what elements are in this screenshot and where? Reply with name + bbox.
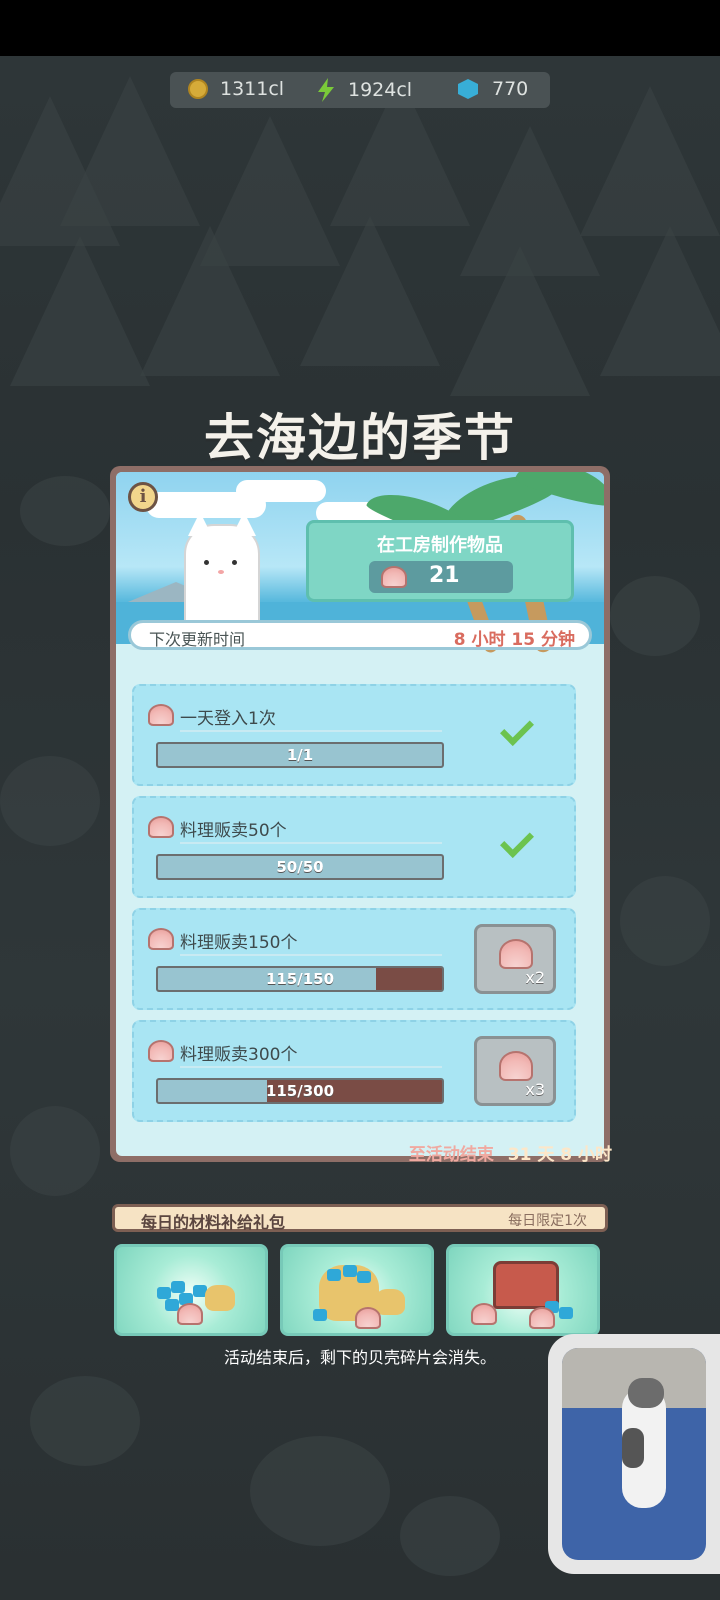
shell-icon bbox=[148, 704, 174, 726]
next-update-label: 下次更新时间 bbox=[149, 630, 246, 649]
shell-icon bbox=[471, 1303, 497, 1325]
resource-bar: 1311cl 1924cl 770 bbox=[170, 72, 550, 108]
video-overlay[interactable] bbox=[548, 1334, 720, 1574]
shell-icon bbox=[499, 939, 533, 969]
event-end-timer: 至活动结束 31 天 8 小时 bbox=[0, 1140, 612, 1165]
task-label: 一天登入1次 bbox=[180, 709, 276, 729]
package-item-3[interactable] bbox=[446, 1244, 600, 1336]
energy-value: 1924cl bbox=[348, 79, 413, 101]
shell-icon bbox=[529, 1307, 555, 1329]
package-item-2[interactable] bbox=[280, 1244, 434, 1336]
event-end-label: 至活动结束 bbox=[408, 1145, 494, 1165]
task-label: 料理贩卖50个 bbox=[180, 821, 287, 841]
lightning-icon bbox=[318, 78, 334, 102]
shell-icon bbox=[177, 1303, 203, 1325]
task-progress-text: 1/1 bbox=[286, 746, 314, 764]
shell-icon bbox=[381, 566, 407, 588]
craft-count-box: 21 bbox=[369, 561, 513, 593]
task-reward-button[interactable]: x3 bbox=[474, 1036, 556, 1106]
cat-video bbox=[562, 1348, 706, 1560]
checkmark-icon bbox=[500, 824, 534, 858]
coin-icon bbox=[188, 79, 208, 99]
task-row: 一天登入1次 1/1 bbox=[132, 684, 576, 786]
gem-value: 770 bbox=[492, 78, 529, 100]
reward-multiplier: x2 bbox=[525, 968, 545, 987]
event-end-value: 31 天 8 小时 bbox=[507, 1145, 612, 1165]
task-label: 料理贩卖300个 bbox=[180, 1045, 298, 1065]
energy-counter[interactable]: 1924cl bbox=[316, 78, 412, 102]
task-row: 料理贩卖50个 50/50 bbox=[132, 796, 576, 898]
shell-icon bbox=[148, 928, 174, 950]
shell-icon bbox=[148, 816, 174, 838]
event-panel-inner: i 在工房制作物品 21 下次更新时间 8 小时 15 分钟 一天登入1次 1/1… bbox=[116, 472, 604, 1156]
task-progress-text: 115/300 bbox=[265, 1082, 335, 1100]
next-update-value: 8 小时 15 分钟 bbox=[453, 630, 575, 650]
craft-box: 在工房制作物品 21 bbox=[306, 520, 574, 602]
task-row: 料理贩卖150个 115/150 x2 bbox=[132, 908, 576, 1010]
task-progress-bar: 115/150 bbox=[156, 966, 444, 992]
craft-label: 在工房制作物品 bbox=[377, 535, 503, 556]
shell-icon bbox=[148, 1040, 174, 1062]
package-header: 每日的材料补给礼包 每日限定1次 bbox=[112, 1204, 608, 1232]
package-title: 每日的材料补给礼包 bbox=[141, 1213, 286, 1232]
event-panel: i 在工房制作物品 21 下次更新时间 8 小时 15 分钟 一天登入1次 1/1… bbox=[110, 466, 610, 1162]
event-title: 去海边的季节 bbox=[204, 409, 516, 467]
package-item-1[interactable] bbox=[114, 1244, 268, 1336]
coin-counter[interactable]: 1311cl bbox=[188, 78, 284, 100]
task-progress-text: 115/150 bbox=[265, 970, 335, 988]
gem-counter[interactable]: 770 bbox=[458, 78, 528, 100]
task-progress-text: 50/50 bbox=[276, 858, 324, 876]
shell-icon bbox=[499, 1051, 533, 1081]
status-bar bbox=[0, 0, 720, 56]
reward-multiplier: x3 bbox=[525, 1080, 545, 1099]
coin-value: 1311cl bbox=[220, 78, 285, 100]
package-limit: 每日限定1次 bbox=[508, 1213, 587, 1229]
checkmark-icon bbox=[500, 712, 534, 746]
task-reward-button[interactable]: x2 bbox=[474, 924, 556, 994]
task-progress-bar: 1/1 bbox=[156, 742, 444, 768]
task-label: 料理贩卖150个 bbox=[180, 933, 298, 953]
shell-icon bbox=[355, 1307, 381, 1329]
gem-icon bbox=[458, 79, 478, 99]
beach-scene: i 在工房制作物品 21 bbox=[116, 472, 604, 655]
info-button[interactable]: i bbox=[128, 482, 158, 512]
task-row: 料理贩卖300个 115/300 x3 bbox=[132, 1020, 576, 1122]
craft-count: 21 bbox=[429, 563, 460, 588]
task-progress-bar: 50/50 bbox=[156, 854, 444, 880]
task-progress-bar: 115/300 bbox=[156, 1078, 444, 1104]
next-update-bar: 下次更新时间 8 小时 15 分钟 bbox=[128, 620, 592, 650]
